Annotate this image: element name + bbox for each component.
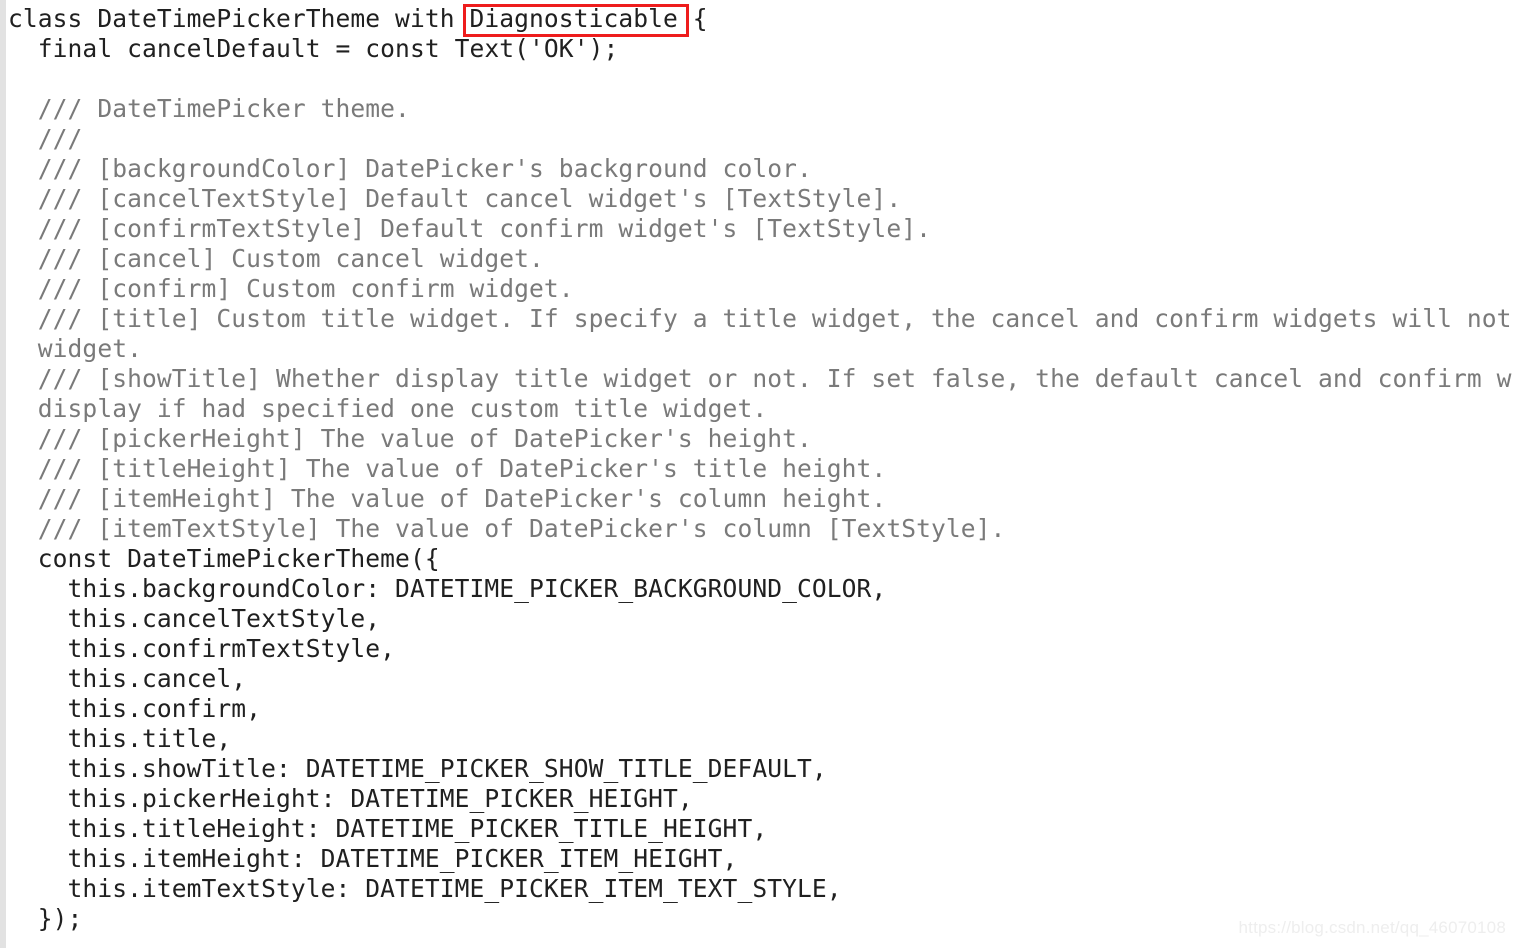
code-line: this.showTitle: DATETIME_PICKER_SHOW_TIT… (8, 754, 827, 783)
code-line: this.itemTextStyle: DATETIME_PICKER_ITEM… (8, 874, 842, 903)
code-line: this.titleHeight: DATETIME_PICKER_TITLE_… (8, 814, 768, 843)
editor-gutter-strip (0, 0, 6, 948)
code-line: /// [confirm] Custom confirm widget. (8, 274, 574, 303)
code-line: this.itemHeight: DATETIME_PICKER_ITEM_HE… (8, 844, 738, 873)
code-line: this.confirmTextStyle, (8, 634, 396, 663)
code-line: class DateTimePickerTheme with Diagnosti… (8, 4, 708, 33)
source-code-text[interactable]: class DateTimePickerTheme with Diagnosti… (8, 4, 1514, 934)
code-line: display if had specified one custom titl… (8, 394, 768, 423)
code-line: final cancelDefault = const Text('OK'); (8, 34, 619, 63)
code-line: this.pickerHeight: DATETIME_PICKER_HEIGH… (8, 784, 693, 813)
code-line: /// [itemTextStyle] The value of DatePic… (8, 514, 1006, 543)
code-line: /// [backgroundColor] DatePicker's backg… (8, 154, 812, 183)
csdn-watermark: https://blog.csdn.net/qq_46070108 (1238, 918, 1506, 937)
code-line: /// [confirmTextStyle] Default confirm w… (8, 214, 931, 243)
code-line: this.confirm, (8, 694, 262, 723)
code-line: /// [title] Custom title widget. If spec… (8, 304, 1512, 333)
code-line: this.cancel, (8, 664, 247, 693)
code-line: widget. (8, 334, 142, 363)
code-line: const DateTimePickerTheme({ (8, 544, 440, 573)
code-line: /// [titleHeight] The value of DatePicke… (8, 454, 887, 483)
code-line: /// [showTitle] Whether display title wi… (8, 364, 1512, 393)
code-line: /// DateTimePicker theme. (8, 94, 410, 123)
code-line: this.title, (8, 724, 232, 753)
code-line: /// (8, 124, 83, 153)
code-line: /// [itemHeight] The value of DatePicker… (8, 484, 887, 513)
code-line: this.cancelTextStyle, (8, 604, 381, 633)
code-viewer[interactable]: class DateTimePickerTheme with Diagnosti… (0, 0, 1514, 948)
code-line: this.backgroundColor: DATETIME_PICKER_BA… (8, 574, 887, 603)
code-line: /// [cancelTextStyle] Default cancel wid… (8, 184, 902, 213)
code-line: /// [pickerHeight] The value of DatePick… (8, 424, 812, 453)
code-line: /// [cancel] Custom cancel widget. (8, 244, 544, 273)
